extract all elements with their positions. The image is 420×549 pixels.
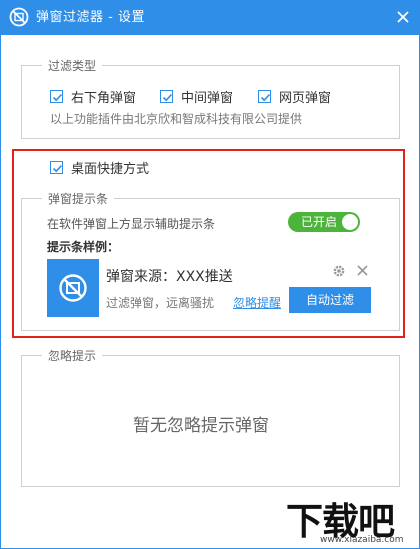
checkbox-label: 中间弹窗 bbox=[181, 90, 234, 106]
sample-label: 提示条样例： bbox=[47, 240, 120, 254]
tip-bar-legend: 弹窗提示条 bbox=[48, 192, 109, 206]
checkbox-bottom-right-popup[interactable]: 右下角弹窗 bbox=[50, 88, 137, 106]
watermark-logo: 下载吧 www.xiazaiba.com bbox=[282, 491, 418, 547]
checkbox-label: 桌面快捷方式 bbox=[71, 161, 150, 177]
checkbox-center-popup[interactable]: 中间弹窗 bbox=[160, 88, 234, 106]
checkbox-checked-icon bbox=[50, 160, 63, 174]
sample-source-text: 弹窗来源：XXX推送 bbox=[106, 269, 233, 285]
close-icon[interactable] bbox=[394, 8, 412, 26]
checkbox-checked-icon bbox=[160, 89, 173, 103]
ignore-tips-empty-text: 暂无忽略提示弹窗 bbox=[133, 416, 269, 436]
ignore-reminder-link[interactable]: 忽略提醒 bbox=[233, 294, 281, 311]
provider-text: 以上功能插件由北京欣和智成科技有限公司提供 bbox=[50, 112, 303, 126]
gear-icon[interactable] bbox=[332, 264, 346, 278]
no-popup-icon bbox=[59, 274, 87, 302]
checkbox-label: 右下角弹窗 bbox=[71, 90, 137, 106]
ignore-tips-legend: 忽略提示 bbox=[48, 349, 97, 363]
title-bar: 弹窗过滤器 - 设置 bbox=[0, 0, 420, 35]
no-popup-logo-icon bbox=[9, 7, 29, 27]
toggle-knob bbox=[342, 214, 358, 230]
checkbox-checked-icon bbox=[50, 89, 63, 103]
checkbox-checked-icon bbox=[258, 89, 271, 103]
sample-subtitle: 过滤弹窗，远离骚扰 bbox=[106, 296, 215, 310]
filter-types-legend: 过滤类型 bbox=[48, 59, 97, 73]
window-title: 弹窗过滤器 - 设置 bbox=[36, 10, 145, 25]
toggle-label: 已开启 bbox=[301, 215, 338, 229]
tip-bar-description: 在软件弹窗上方显示辅助提示条 bbox=[47, 217, 216, 231]
watermark-url: www.xiazaiba.com bbox=[320, 535, 404, 545]
sample-close-icon[interactable] bbox=[356, 264, 369, 277]
auto-filter-button[interactable]: 自动过滤 bbox=[289, 287, 371, 313]
sample-popup-icon bbox=[47, 259, 99, 317]
checkbox-web-popup[interactable]: 网页弹窗 bbox=[258, 88, 332, 106]
tip-bar-toggle[interactable]: 已开启 bbox=[288, 212, 360, 232]
checkbox-desktop-shortcut[interactable]: 桌面快捷方式 bbox=[50, 159, 150, 177]
checkbox-label: 网页弹窗 bbox=[279, 90, 332, 106]
